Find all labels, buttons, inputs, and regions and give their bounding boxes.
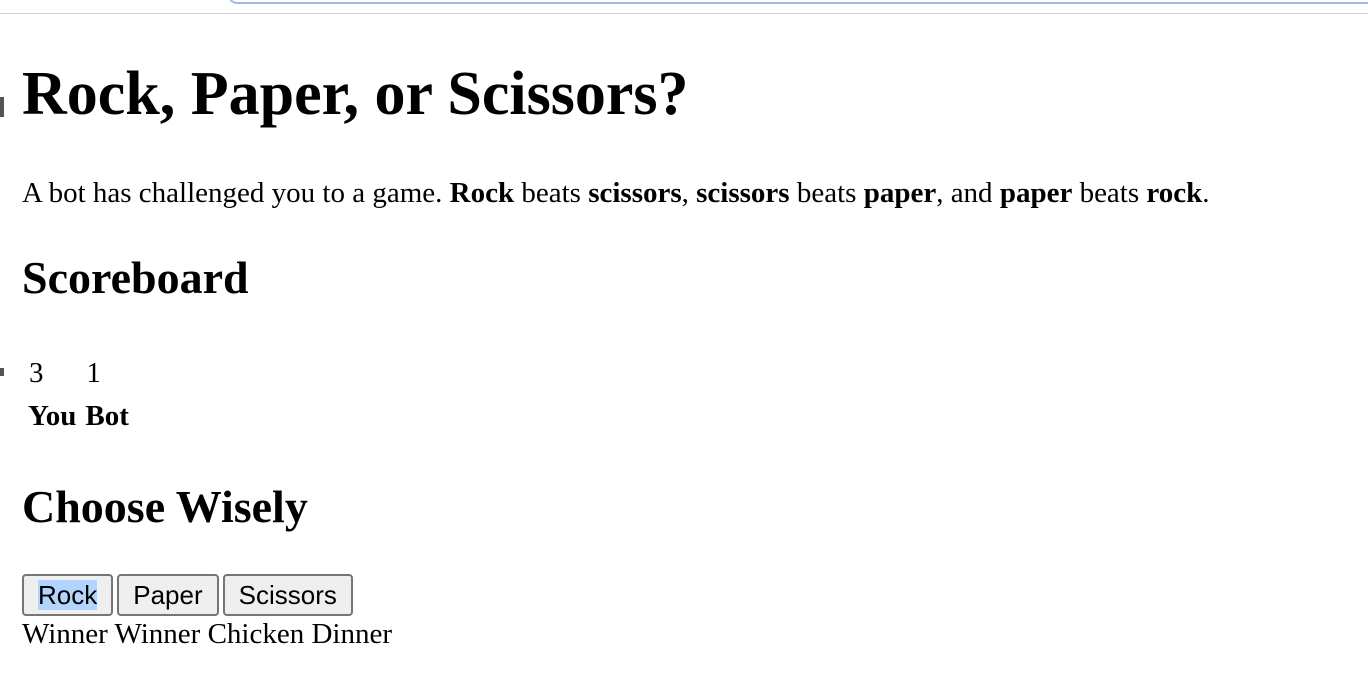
rock-button-label: Rock (38, 579, 98, 610)
rock-word: rock (1146, 177, 1203, 209)
page-title: Rock, Paper, or Scissors? (22, 60, 689, 128)
rock-word: Rock (449, 177, 515, 209)
you-label: You (28, 400, 77, 432)
address-bar-focus-outline (228, 0, 1368, 4)
result-message: Winner Winner Chicken Dinner (22, 618, 392, 650)
you-score: 3 (29, 357, 44, 389)
paper-word: paper (863, 177, 937, 209)
intro-text: A bot has challenged you to a game. Rock… (22, 177, 1210, 209)
scissors-word: scissors (588, 177, 682, 209)
paper-button-label: Paper (133, 579, 203, 610)
bot-score: 1 (86, 357, 101, 389)
choose-heading: Choose Wisely (22, 481, 308, 532)
paper-word: paper (999, 177, 1073, 209)
choice-buttons: Rock Paper Scissors (22, 574, 357, 616)
left-edge-tick (0, 368, 4, 376)
scissors-word: scissors (696, 177, 790, 209)
rock-button[interactable]: Rock (22, 574, 114, 616)
left-edge-tick (0, 97, 4, 117)
scissors-button-label: Scissors (238, 579, 337, 610)
score-row: 3 1 (25, 353, 132, 393)
bot-label: Bot (85, 400, 129, 432)
scissors-button[interactable]: Scissors (222, 574, 353, 616)
label-row: You Bot (25, 396, 132, 436)
scoreboard-heading: Scoreboard (22, 252, 249, 303)
scoreboard-table: 3 1 You Bot (22, 350, 135, 439)
paper-button[interactable]: Paper (117, 574, 219, 616)
